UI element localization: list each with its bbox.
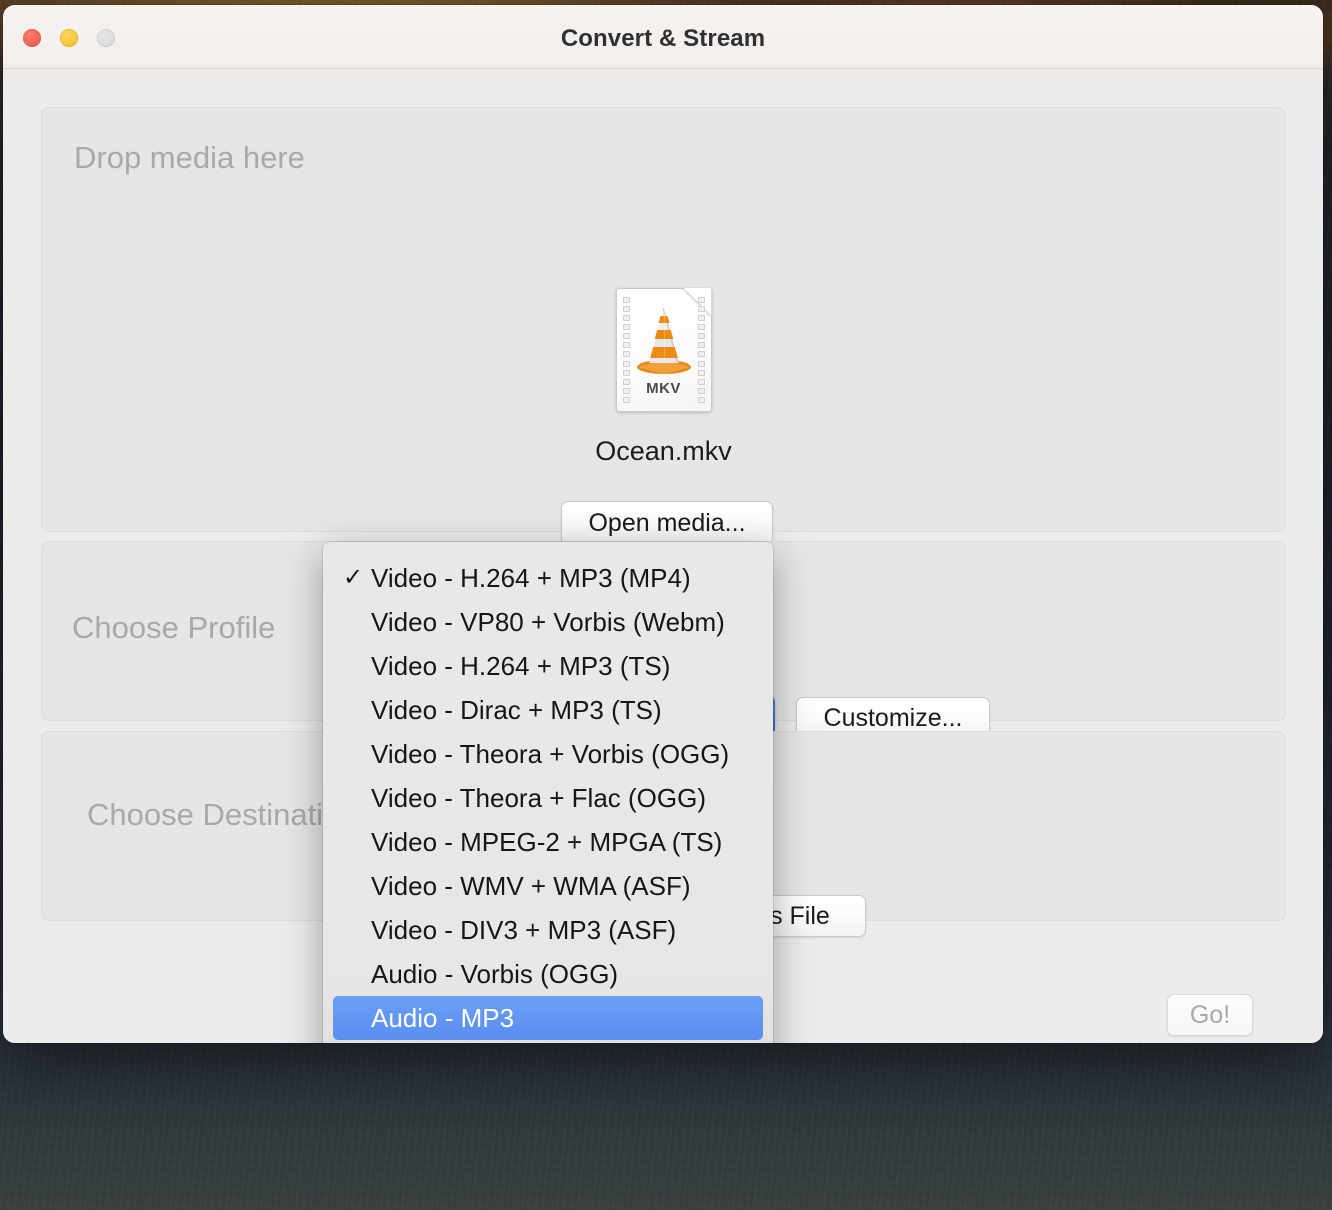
menu-item[interactable]: Video - Theora + Vorbis (OGG)	[333, 732, 763, 776]
drop-media-panel[interactable]: Drop media here MKV Ocean.mkv	[41, 107, 1286, 532]
convert-and-stream-window: Convert & Stream Drop media here MKV Oce…	[3, 5, 1323, 1043]
menu-item[interactable]: Video - H.264 + MP3 (TS)	[333, 644, 763, 688]
menu-item[interactable]: Video - MPEG-2 + MPGA (TS)	[333, 820, 763, 864]
menu-item-label: Audio - Vorbis (OGG)	[371, 958, 619, 989]
menu-item[interactable]: Video - VP80 + Vorbis (Webm)	[333, 600, 763, 644]
menu-item-label: Video - MPEG-2 + MPGA (TS)	[371, 826, 723, 857]
menu-item[interactable]: Audio - Vorbis (OGG)	[333, 952, 763, 996]
menu-item-label: Video - Theora + Vorbis (OGG)	[371, 738, 730, 769]
menu-item[interactable]: Audio - MP3 (MP4)	[333, 1040, 763, 1043]
menu-item-label: Video - H.264 + MP3 (TS)	[371, 650, 671, 681]
open-media-button[interactable]: Open media...	[561, 501, 773, 545]
file-extension-badge: MKV	[646, 380, 681, 397]
menu-item[interactable]: Video - DIV3 + MP3 (ASF)	[333, 908, 763, 952]
go-button[interactable]: Go!	[1167, 994, 1253, 1036]
menu-item-label: Video - Theora + Flac (OGG)	[371, 782, 707, 813]
window-content: Drop media here MKV Ocean.mkv Open media…	[3, 69, 1323, 1043]
menu-item[interactable]: Audio - MP3	[333, 996, 763, 1040]
vlc-media-file-icon: MKV	[615, 288, 712, 412]
choose-destination-placeholder: Choose Destination	[87, 797, 358, 832]
menu-item-label: Video - WMV + WMA (ASF)	[371, 870, 691, 901]
vlc-traffic-cone-icon	[636, 308, 691, 374]
menu-item[interactable]: ✓ Video - H.264 + MP3 (MP4)	[333, 556, 763, 600]
menu-item-label: Video - VP80 + Vorbis (Webm)	[371, 606, 725, 637]
menu-item-label: Video - H.264 + MP3 (MP4)	[371, 562, 691, 593]
media-file-name: Ocean.mkv	[595, 436, 732, 466]
menu-item-label: Video - DIV3 + MP3 (ASF)	[371, 914, 677, 945]
checkmark-icon: ✓	[343, 564, 364, 591]
media-preview: MKV Ocean.mkv	[42, 288, 1285, 467]
menu-item-label: Audio - MP3	[371, 1002, 515, 1033]
drop-media-placeholder: Drop media here	[74, 140, 305, 175]
menu-item[interactable]: Video - Dirac + MP3 (TS)	[333, 688, 763, 732]
window-titlebar: Convert & Stream	[3, 5, 1323, 69]
profile-menu-list: ✓ Video - H.264 + MP3 (MP4) Video - VP80 +…	[323, 556, 773, 1043]
window-title: Convert & Stream	[560, 25, 766, 52]
menu-item-label: Video - Dirac + MP3 (TS)	[371, 694, 662, 725]
menu-item[interactable]: Video - WMV + WMA (ASF)	[333, 864, 763, 908]
menu-item[interactable]: Video - Theora + Flac (OGG)	[333, 776, 763, 820]
profile-dropdown-menu[interactable]: ✓ Video - H.264 + MP3 (MP4) Video - VP80 +…	[323, 542, 773, 1043]
choose-profile-placeholder: Choose Profile	[72, 610, 276, 645]
